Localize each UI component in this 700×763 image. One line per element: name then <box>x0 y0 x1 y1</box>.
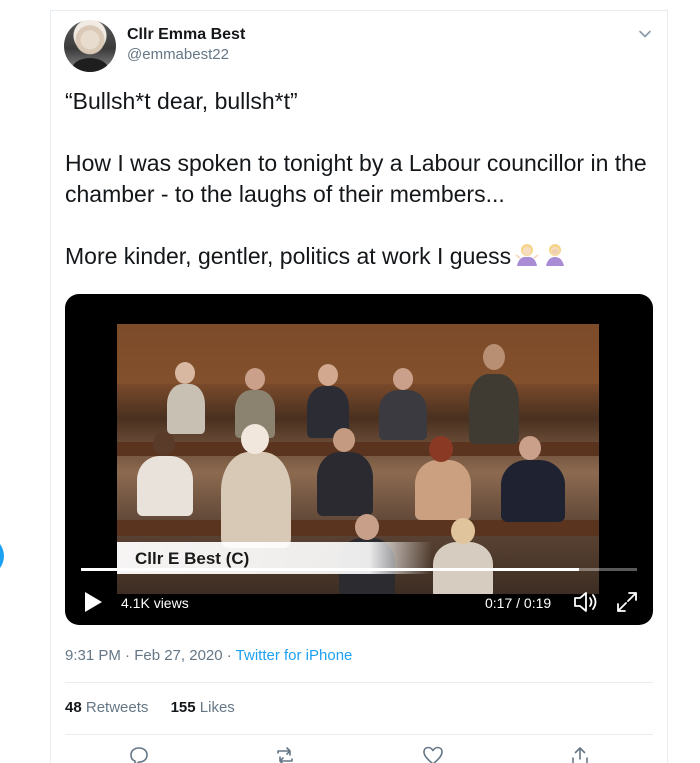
councillor-head <box>153 432 175 456</box>
retweets-label: Retweets <box>85 699 149 716</box>
retweets-stat[interactable]: 48 Retweets <box>65 699 148 716</box>
tweet-timestamp[interactable]: 9:31 PM · Feb 27, 2020 · <box>65 647 236 664</box>
retweets-count: 48 <box>65 699 82 716</box>
tweet-source-link[interactable]: Twitter for iPhone <box>236 647 353 664</box>
speaking-councillor-head <box>241 424 269 454</box>
councillor-figure <box>137 456 193 516</box>
tweet-text-closing-words: More kinder, gentler, politics at work I… <box>65 243 512 269</box>
author-handle[interactable]: @emmabest22 <box>127 46 229 63</box>
councillor-head <box>451 518 475 544</box>
tweet-stats: 48 Retweets 155 Likes <box>65 699 253 716</box>
councillor-figure <box>317 452 373 516</box>
avatar-shoulders <box>72 58 108 72</box>
councillor-head <box>355 514 379 540</box>
councillor-head <box>318 364 338 386</box>
video-progress-fill <box>81 568 579 571</box>
fullscreen-icon[interactable] <box>615 590 639 614</box>
tweet-text-line-body: How I was spoken to tonight by a Labour … <box>65 150 647 207</box>
video-progress-bar[interactable] <box>81 568 637 571</box>
share-icon[interactable] <box>569 745 591 763</box>
tweet-text: “Bullsh*t dear, bullsh*t” How I was spok… <box>65 86 655 303</box>
video-view-count: 4.1K views <box>121 595 189 611</box>
councillor-figure <box>379 390 427 440</box>
likes-stat[interactable]: 155 Likes <box>171 699 235 716</box>
retweet-icon[interactable] <box>274 745 296 763</box>
woman-shrugging-emoji <box>515 244 539 266</box>
councillor-head <box>333 428 355 452</box>
divider-top <box>65 682 653 683</box>
author-display-name[interactable]: Cllr Emma Best <box>127 26 245 44</box>
councillor-figure <box>469 374 519 444</box>
tweet-text-line-closing: More kinder, gentler, politics at work I… <box>65 241 655 272</box>
video-player[interactable]: Cllr E Best (C) 4.1K views 0:17 / 0:19 <box>65 294 653 625</box>
councillor-figure <box>501 460 565 522</box>
councillor-head <box>245 368 265 390</box>
councillor-figure <box>415 460 471 520</box>
likes-label: Likes <box>199 699 235 716</box>
councillor-head <box>175 362 195 384</box>
reply-icon[interactable] <box>128 745 150 763</box>
video-time: 0:17 / 0:19 <box>485 595 552 611</box>
author-avatar[interactable] <box>64 20 116 72</box>
divider-bottom <box>65 734 653 735</box>
tweet-metadata: 9:31 PM · Feb 27, 2020 · Twitter for iPh… <box>65 647 352 664</box>
speaking-councillor-figure <box>221 452 291 548</box>
councillor-head <box>483 344 505 370</box>
woman-facepalming-emoji <box>546 244 565 266</box>
compose-tweet-button[interactable] <box>0 536 4 576</box>
tweet-page: Cllr Emma Best @emmabest22 “Bullsh*t dea… <box>0 0 700 763</box>
heart-icon[interactable] <box>422 745 444 763</box>
councillor-head <box>393 368 413 390</box>
likes-count: 155 <box>170 699 196 716</box>
play-icon[interactable] <box>83 591 103 613</box>
councillor-figure <box>167 384 205 434</box>
volume-icon[interactable] <box>573 590 599 614</box>
councillor-head <box>519 436 541 460</box>
councillor-head <box>429 436 453 462</box>
tweet-text-line-quote: “Bullsh*t dear, bullsh*t” <box>65 88 298 114</box>
chevron-down-icon[interactable] <box>637 26 653 42</box>
lower-third-caption: Cllr E Best (C) <box>135 549 250 568</box>
